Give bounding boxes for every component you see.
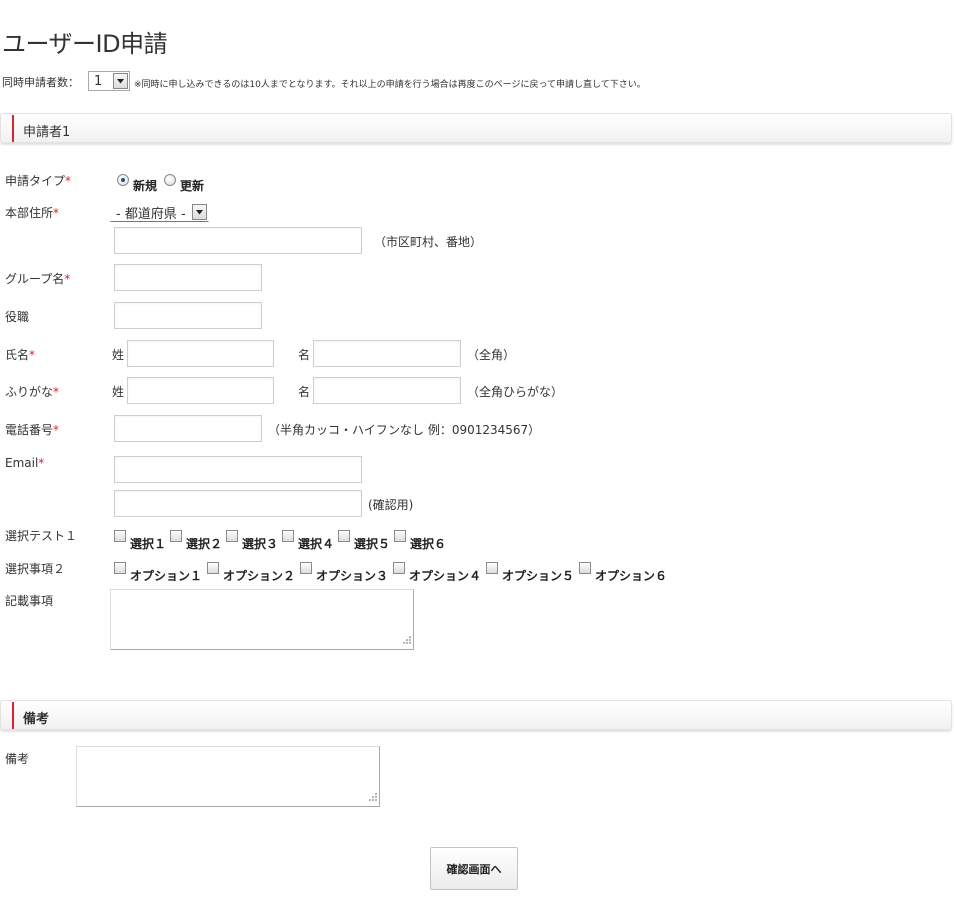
group-name-label: グループ名* <box>5 272 71 286</box>
notes-field-textarea[interactable] <box>110 589 414 650</box>
test1-option-1: 選択１ <box>130 537 167 551</box>
last-name-kana-input[interactable] <box>127 377 274 404</box>
page-title: ユーザーID申請 <box>2 30 168 58</box>
resize-grip-icon[interactable] <box>401 633 411 647</box>
first-name-kana-input[interactable] <box>313 377 461 404</box>
apply-type-label: 申請タイプ* <box>5 174 72 188</box>
test2-option-1: オプション１ <box>130 569 203 583</box>
remarks-label: 備考 <box>5 752 30 766</box>
position-label: 役職 <box>5 310 30 324</box>
address-detail-hint: （市区町村、番地） <box>374 235 483 249</box>
apply-type-option-new: 新規 <box>133 179 158 193</box>
resize-grip-icon[interactable] <box>367 790 377 804</box>
prefecture-select[interactable]: - 都道府県 - <box>110 202 209 222</box>
section-accent-bar <box>12 702 14 729</box>
test2-option-3: オプション３ <box>316 569 389 583</box>
section-header-applicant: 申請者1 <box>0 113 952 143</box>
test1-checkbox-6[interactable] <box>394 530 406 542</box>
group-name-input[interactable] <box>114 264 262 291</box>
phone-label: 電話番号* <box>5 423 60 437</box>
test1-label: 選択テスト１ <box>5 529 78 543</box>
test2-checkbox-2[interactable] <box>207 562 219 574</box>
phone-input[interactable] <box>114 415 262 442</box>
furigana-last-label: 姓 <box>112 385 125 399</box>
phone-hint: （半角カッコ・ハイフンなし 例：0901234567） <box>268 423 541 437</box>
applicant-count-select[interactable]: 1 <box>88 71 130 91</box>
email-confirm-input[interactable] <box>114 490 362 517</box>
address-label: 本部住所* <box>5 206 60 220</box>
furigana-first-label: 名 <box>298 385 311 399</box>
name-last-label: 姓 <box>112 348 125 362</box>
test2-checkbox-4[interactable] <box>393 562 405 574</box>
test2-option-5: オプション５ <box>502 569 575 583</box>
test1-option-3: 選択３ <box>242 537 279 551</box>
test2-label: 選択事項２ <box>5 562 66 576</box>
test1-option-6: 選択６ <box>410 537 447 551</box>
triangle-down-icon <box>113 73 128 89</box>
notes-field-label: 記載事項 <box>5 594 54 608</box>
triangle-down-icon <box>192 204 207 220</box>
apply-type-radio-new[interactable] <box>117 174 129 186</box>
confirm-button[interactable]: 確認画面へ <box>430 847 518 890</box>
apply-type-option-renew: 更新 <box>180 179 205 193</box>
furigana-hint: （全角ひらがな） <box>467 385 564 399</box>
test2-checkbox-6[interactable] <box>579 562 591 574</box>
test1-option-4: 選択４ <box>298 537 335 551</box>
remarks-textarea[interactable] <box>76 746 380 807</box>
first-name-input[interactable] <box>313 340 461 367</box>
apply-type-radio-renew[interactable] <box>164 174 176 186</box>
email-confirm-hint: (確認用) <box>368 498 414 512</box>
test2-option-4: オプション４ <box>409 569 482 583</box>
position-input[interactable] <box>114 302 262 329</box>
test2-option-2: オプション２ <box>223 569 296 583</box>
section-accent-bar <box>12 115 14 142</box>
applicant-count-label: 同時申請者数： <box>2 76 79 89</box>
applicant-count-note: ※同時に申し込みできるのは10人までとなります。それ以上の申請を行う場合は再度こ… <box>134 80 646 90</box>
email-input[interactable] <box>114 456 362 483</box>
test1-checkbox-1[interactable] <box>114 530 126 542</box>
applicant-count-value: 1 <box>94 73 103 89</box>
last-name-input[interactable] <box>127 340 274 367</box>
furigana-label: ふりがな* <box>5 385 60 399</box>
section-title-applicant: 申請者1 <box>23 125 71 140</box>
email-label: Email* <box>5 456 45 470</box>
test1-checkbox-2[interactable] <box>170 530 182 542</box>
test2-checkbox-1[interactable] <box>114 562 126 574</box>
section-title-remarks: 備考 <box>23 712 50 727</box>
test1-checkbox-5[interactable] <box>338 530 350 542</box>
name-hint: （全角） <box>467 348 516 362</box>
address-detail-input[interactable] <box>114 227 362 254</box>
section-header-remarks: 備考 <box>0 700 952 730</box>
name-first-label: 名 <box>298 348 311 362</box>
prefecture-select-value: - 都道府県 - <box>116 206 186 222</box>
test2-option-6: オプション６ <box>595 569 668 583</box>
test1-checkbox-4[interactable] <box>282 530 294 542</box>
test2-checkbox-3[interactable] <box>300 562 312 574</box>
test2-checkbox-5[interactable] <box>486 562 498 574</box>
test1-checkbox-3[interactable] <box>226 530 238 542</box>
test1-option-5: 選択５ <box>354 537 391 551</box>
test1-option-2: 選択２ <box>186 537 223 551</box>
name-label: 氏名* <box>5 348 36 362</box>
